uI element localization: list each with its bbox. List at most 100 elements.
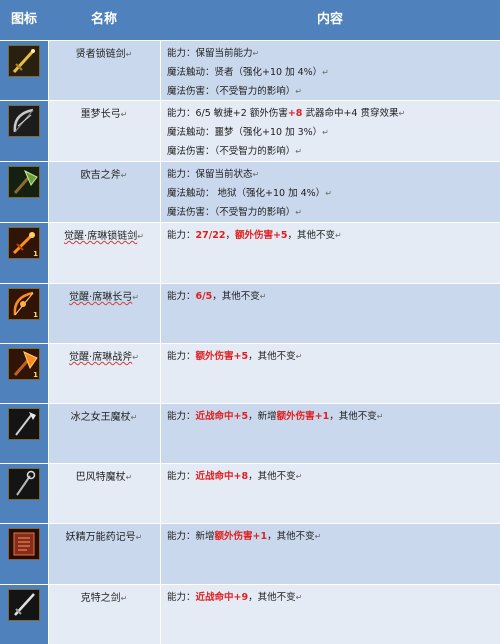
item-name: 冰之女王魔杖↵	[48, 408, 160, 423]
description-text: 魔法触动：噩梦（强化+10 加 3%）	[167, 127, 323, 138]
table-header: 图标 名称 内容	[0, 0, 500, 40]
item-name-text: 冰之女王魔杖	[70, 412, 131, 423]
description-text: 能力：	[167, 471, 196, 482]
column-divider	[160, 284, 161, 343]
awakened-chain-sword-icon: 1	[8, 227, 40, 259]
item-name: 妖精万能药记号↵	[48, 528, 160, 543]
table-row: 巴风特魔杖↵ 能力：近战命中+8，其他不变↵	[0, 463, 500, 523]
column-divider	[160, 464, 161, 523]
item-name-text: 妖精万能药记号	[65, 532, 136, 543]
item-name: 觉醒·席琳战斧↵	[48, 348, 160, 363]
return-mark: ↵	[125, 473, 133, 482]
item-name-text: 克特之剑	[80, 593, 121, 604]
description-text: 能力：	[167, 592, 196, 603]
icon-cell	[0, 162, 48, 222]
header-content: 内容	[316, 12, 343, 27]
description-line: 能力：27/22，额外伤害+5，其他不变↵	[167, 226, 497, 245]
description-text: ，其他不变	[267, 531, 315, 542]
item-name-text: 欧吉之斧	[80, 170, 121, 181]
table-row: 克特之剑↵ 能力：近战命中+9，其他不变↵	[0, 584, 500, 644]
description-text: 能力：	[167, 411, 196, 422]
description-text: 魔法伤害：（不受智力的影响）	[167, 207, 296, 218]
item-name: 巴风特魔杖↵	[48, 468, 160, 483]
item-name-text: 觉醒·席琳战斧	[69, 352, 133, 363]
return-mark: ↵	[376, 412, 384, 421]
description-text: 能力：	[167, 351, 196, 362]
description-line: 能力：近战命中+9，其他不变↵	[167, 588, 497, 607]
return-mark: ↵	[259, 292, 267, 301]
item-description: 能力：额外伤害+5，其他不变↵	[167, 347, 497, 366]
column-divider	[160, 223, 161, 283]
highlight-text: 近战命中+8	[195, 471, 249, 482]
column-divider	[160, 404, 161, 463]
return-mark: ↵	[137, 232, 144, 241]
table-row: 噩梦长弓↵ 能力：6/5 敏捷+2 额外伤害+8 武器命中+4 贯穿效果↵ 魔法触动…	[0, 100, 500, 161]
description-text: 魔法触动： 地狱（强化+10 加 4%）	[167, 188, 326, 199]
description-text: 能力：6/5 敏捷+2 额外伤害	[167, 108, 288, 119]
highlight-text: 额外伤害+1	[276, 411, 330, 422]
column-divider	[160, 101, 161, 161]
icon-cell	[0, 585, 48, 644]
column-divider	[160, 162, 161, 222]
description-line: 能力：近战命中+5，新增额外伤害+1，其他不变↵	[167, 407, 497, 426]
table-row: 1 觉醒·席琳战斧↵ 能力：额外伤害+5，其他不变↵	[0, 343, 500, 403]
table-row: 1 觉醒·席琳锁链剑↵ 能力：27/22，额外伤害+5，其他不变↵	[0, 222, 500, 283]
return-mark: ↵	[135, 533, 143, 542]
golden-chain-sword-icon	[8, 45, 40, 77]
item-description: 能力：近战命中+5，新增额外伤害+1，其他不变↵	[167, 407, 497, 426]
return-mark: ↵	[252, 170, 260, 179]
item-description: 能力：6/5，其他不变↵	[167, 287, 497, 306]
dream-longbow-icon	[8, 105, 40, 137]
item-description: 能力：近战命中+8，其他不变↵	[167, 467, 497, 486]
description-text: 武器命中+4 贯穿效果	[302, 108, 399, 119]
description-line: 魔法触动：噩梦（强化+10 加 3%）↵	[167, 123, 497, 142]
awakened-battle-axe-icon: 1	[8, 348, 40, 380]
item-name-text: 噩梦长弓	[80, 109, 121, 120]
highlight-text: +8	[287, 108, 303, 119]
icon-cell	[0, 404, 48, 463]
return-mark: ↵	[322, 68, 329, 77]
return-mark: ↵	[295, 147, 302, 156]
description-text: 能力：新增	[167, 531, 215, 542]
return-mark: ↵	[295, 352, 303, 361]
description-text: 能力：	[167, 230, 196, 241]
item-count-badge: 1	[33, 250, 38, 258]
table-row: 贤者锁链剑↵ 能力：保留当前能力↵ 魔法触动：贤者（强化+10 加 4%）↵ 魔法伤害…	[0, 40, 500, 100]
description-line: 魔法触动：贤者（强化+10 加 4%）↵	[167, 63, 497, 82]
column-divider	[160, 41, 161, 100]
item-name: 克特之剑↵	[48, 589, 160, 604]
item-name: 觉醒·席琳锁链剑↵	[48, 227, 160, 242]
return-mark: ↵	[120, 110, 128, 119]
description-text: 能力：	[167, 291, 196, 302]
item-name: 觉醒·席琳长弓↵	[48, 288, 160, 303]
icon-cell: 1	[0, 223, 48, 283]
description-line: 能力：新增额外伤害+1，其他不变↵	[167, 527, 497, 546]
description-line: 魔法伤害：（不受智力的影响）↵	[167, 142, 497, 161]
highlight-text: 6/5	[195, 291, 213, 302]
ogre-axe-icon	[8, 166, 40, 198]
item-description: 能力：6/5 敏捷+2 额外伤害+8 武器命中+4 贯穿效果↵ 魔法触动：噩梦（强…	[167, 104, 497, 161]
return-mark: ↵	[252, 49, 260, 58]
item-name-text: 巴风特魔杖	[75, 472, 126, 483]
return-mark: ↵	[132, 293, 139, 302]
header-name: 名称	[90, 12, 117, 27]
item-count-badge: 1	[33, 371, 38, 379]
highlight-text: 近战命中+9	[195, 592, 249, 603]
description-text: 能力：保留当前状态	[167, 169, 253, 180]
description-line: 能力：6/5 敏捷+2 额外伤害+8 武器命中+4 贯穿效果↵	[167, 104, 497, 123]
description-text: ，其他不变	[287, 230, 336, 241]
return-mark: ↵	[130, 413, 138, 422]
item-name-text: 觉醒·席琳长弓	[69, 292, 133, 303]
elf-spellbook-icon	[8, 528, 40, 560]
column-divider	[160, 344, 161, 403]
item-description: 能力：保留当前能力↵ 魔法触动：贤者（强化+10 加 4%）↵ 魔法伤害：（不受智力…	[167, 44, 497, 101]
table-row: 1 觉醒·席琳长弓↵ 能力：6/5，其他不变↵	[0, 283, 500, 343]
return-mark: ↵	[120, 594, 128, 603]
item-name: 噩梦长弓↵	[48, 105, 160, 120]
column-divider	[160, 585, 161, 644]
ice-queen-staff-icon	[8, 408, 40, 440]
description-text: ，其他不变	[248, 471, 296, 482]
item-description: 能力：27/22，额外伤害+5，其他不变↵	[167, 226, 497, 245]
awakened-longbow-icon: 1	[8, 288, 40, 320]
highlight-text: 近战命中+5	[195, 411, 249, 422]
